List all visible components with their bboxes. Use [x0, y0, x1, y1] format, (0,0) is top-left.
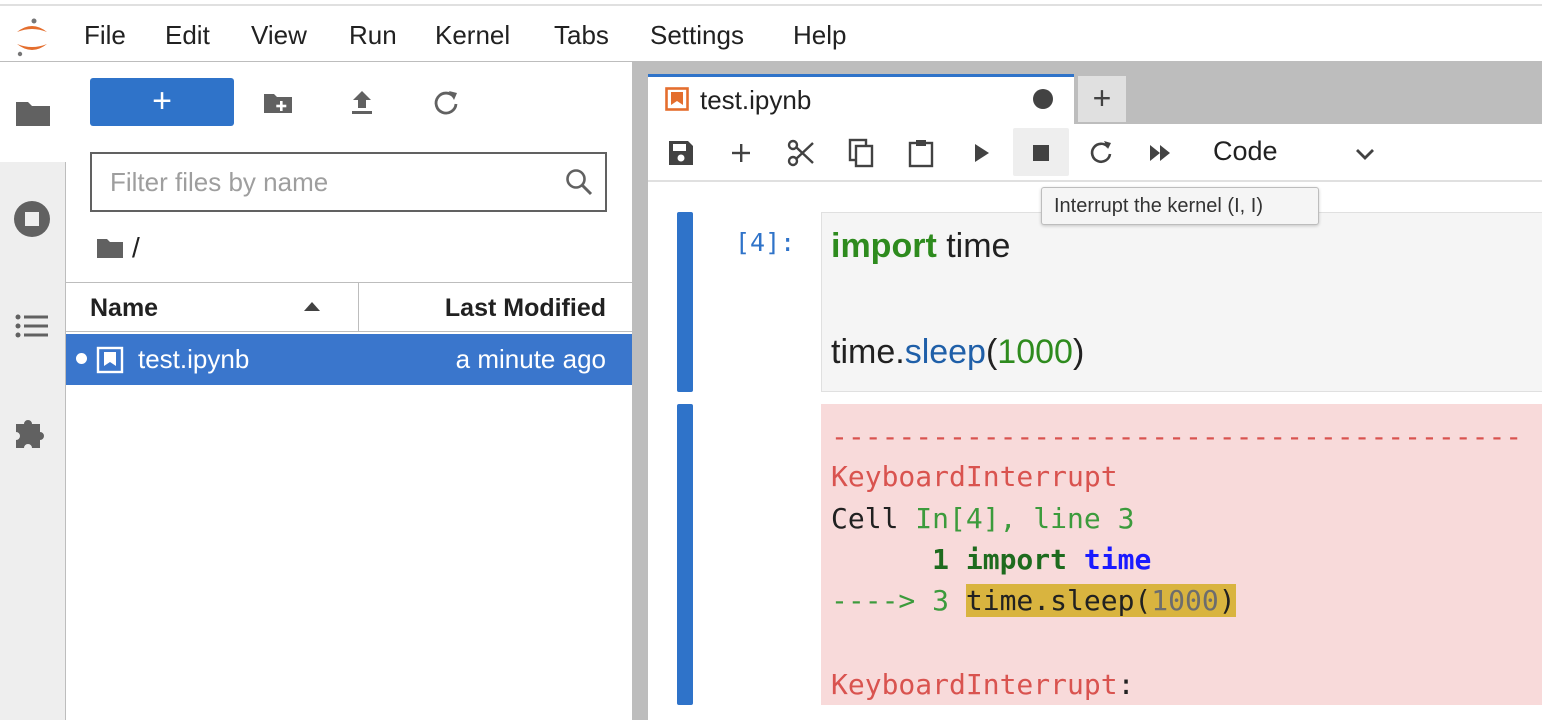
menu-file[interactable]: File: [84, 20, 126, 50]
menu-help[interactable]: Help: [793, 20, 846, 50]
code-editor[interactable]: import time time.sleep(1000): [821, 212, 1542, 392]
menu-settings[interactable]: Settings: [650, 20, 744, 50]
restart-run-all-icon[interactable]: [1146, 138, 1176, 168]
panel-splitter[interactable]: [632, 62, 648, 720]
traceback-text: Cell: [831, 502, 916, 535]
traceback-final: KeyboardInterrupt:: [831, 668, 1134, 701]
interrupt-tooltip: Interrupt the kernel (I, I): [1041, 187, 1319, 225]
column-separator[interactable]: [358, 283, 359, 331]
menu-view[interactable]: View: [251, 20, 307, 50]
file-name: test.ipynb: [138, 344, 250, 374]
cell-type-select[interactable]: Code: [1213, 136, 1278, 167]
code-function: sleep: [904, 333, 986, 371]
traceback-separator: ----------------------------------------…: [831, 420, 1523, 453]
traceback-final-colon: :: [1117, 668, 1135, 701]
code-text: (: [985, 333, 998, 371]
code-keyword: import: [831, 227, 937, 265]
traceback-module: time: [1083, 543, 1152, 576]
toc-list-icon[interactable]: [12, 306, 52, 346]
traceback-keyword: import: [965, 543, 1068, 576]
code-line-3: time.sleep(1000): [831, 333, 1084, 372]
menu-tabs[interactable]: Tabs: [554, 20, 609, 50]
traceback-highlight: time.sleep(1000): [965, 584, 1236, 617]
traceback-space: [1067, 543, 1084, 576]
interrupt-stop-icon[interactable]: [1026, 138, 1056, 168]
add-cell-icon[interactable]: [726, 138, 756, 168]
file-modified: a minute ago: [455, 344, 606, 374]
refresh-icon[interactable]: [430, 87, 462, 119]
traceback-line-number: 1: [831, 543, 966, 576]
jupyter-logo-icon: [17, 18, 47, 57]
filter-files-input[interactable]: [102, 162, 542, 202]
breadcrumb-root[interactable]: /: [132, 232, 140, 264]
save-icon[interactable]: [666, 138, 696, 168]
paste-icon[interactable]: [906, 138, 936, 168]
code-line-1: import time: [831, 227, 1010, 266]
filter-box: [90, 152, 607, 212]
new-launcher-button[interactable]: +: [90, 78, 234, 126]
column-header-name[interactable]: Name: [90, 294, 158, 323]
traceback-line-1: 1 import time: [831, 543, 1151, 576]
cut-icon[interactable]: [786, 138, 816, 168]
traceback-cell-ref: Cell In[4], line 3: [831, 502, 1134, 535]
folder-icon[interactable]: [13, 93, 53, 133]
sort-ascending-icon: [304, 302, 320, 311]
cell-output-error: ----------------------------------------…: [821, 404, 1542, 705]
menu-edit[interactable]: Edit: [165, 20, 210, 50]
menu-run[interactable]: Run: [349, 20, 397, 50]
code-text: time: [936, 227, 1011, 265]
traceback-error-name: KeyboardInterrupt: [831, 460, 1118, 493]
menu-kernel[interactable]: Kernel: [435, 20, 510, 50]
cell-prompt: [4]:: [735, 228, 796, 257]
tab-title: test.ipynb: [700, 85, 812, 115]
unsaved-dot-icon[interactable]: [1033, 89, 1053, 109]
copy-icon[interactable]: [846, 138, 876, 168]
upload-icon[interactable]: [346, 87, 378, 119]
traceback-arrow: ----> 3: [831, 584, 966, 617]
traceback-code: time.sleep(: [965, 584, 1152, 617]
extension-puzzle-icon[interactable]: [12, 412, 52, 452]
traceback-number: 1000: [1151, 584, 1219, 617]
running-indicator-icon: [76, 353, 87, 364]
add-tab-button[interactable]: +: [1078, 76, 1126, 122]
code-text: ): [1072, 333, 1085, 371]
breadcrumb-folder-icon[interactable]: [95, 234, 125, 262]
traceback-location: In[4], line 3: [915, 502, 1135, 535]
traceback-close: ): [1218, 584, 1236, 617]
restart-icon[interactable]: [1086, 138, 1116, 168]
notebook-file-icon: [96, 346, 124, 374]
cell-output-collapser[interactable]: [677, 404, 693, 705]
code-text: time.: [831, 333, 905, 371]
chevron-down-icon[interactable]: [1352, 141, 1378, 167]
run-icon[interactable]: [966, 138, 996, 168]
menu-bar: File Edit View Run Kernel Tabs Settings …: [0, 6, 1542, 62]
notebook-tab-icon: [665, 87, 689, 111]
new-folder-icon[interactable]: [262, 87, 294, 119]
traceback-line-3: ----> 3 time.sleep(1000): [831, 584, 1236, 617]
column-header-last-modified[interactable]: Last Modified: [445, 294, 606, 323]
code-number: 1000: [997, 333, 1073, 371]
traceback-final-error: KeyboardInterrupt: [831, 668, 1118, 701]
running-stop-icon[interactable]: [12, 199, 52, 239]
search-icon: [566, 169, 593, 196]
cell-input-collapser[interactable]: [677, 212, 693, 392]
